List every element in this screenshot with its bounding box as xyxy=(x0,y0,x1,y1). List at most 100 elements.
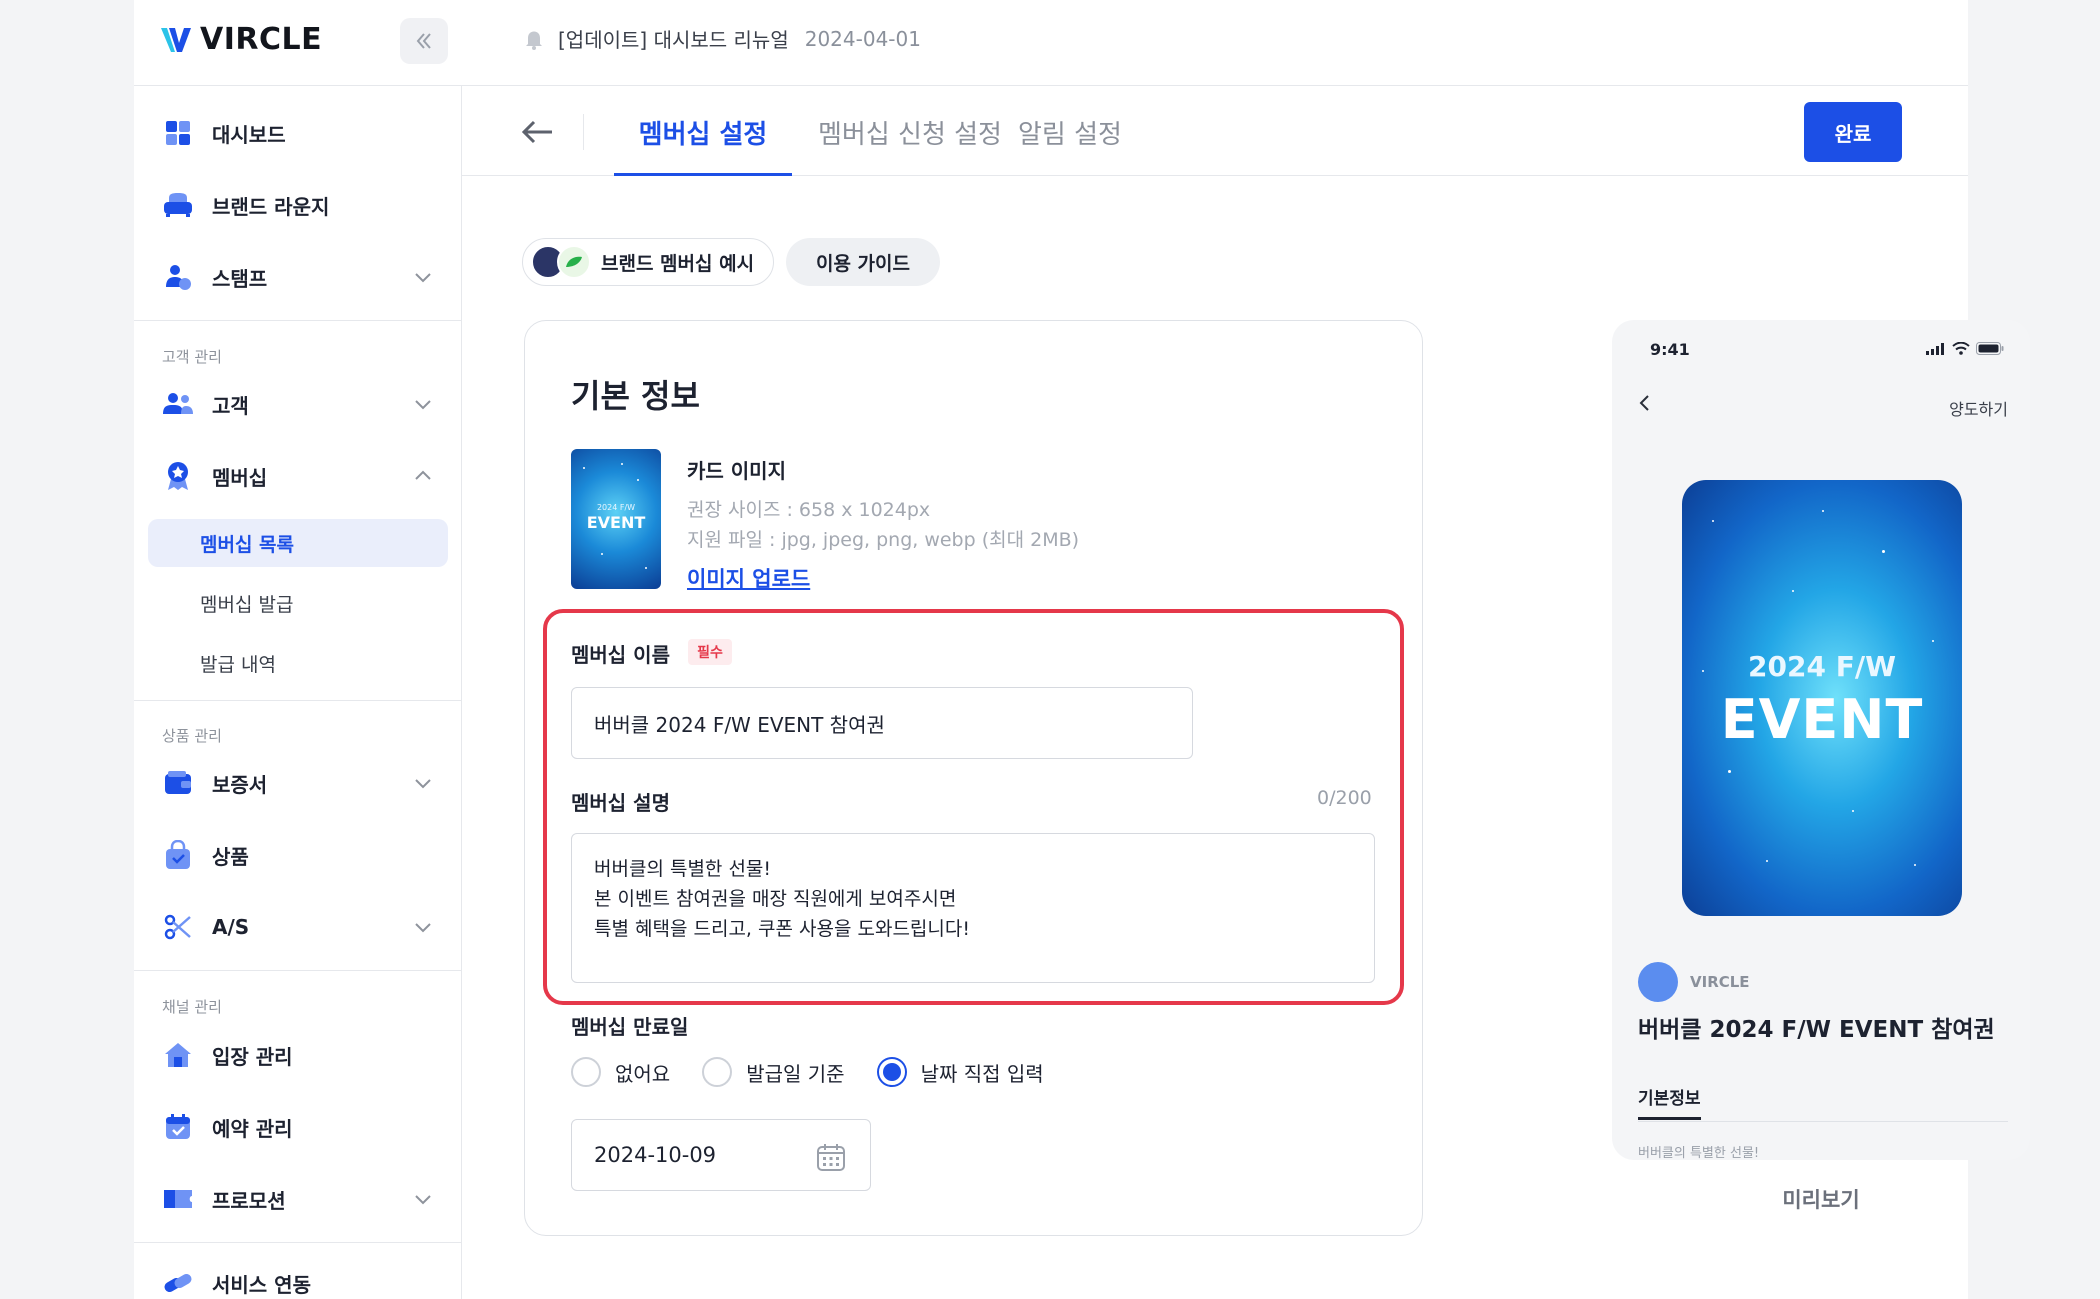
stamp-icon xyxy=(162,261,194,293)
notice-date: 2024-04-01 xyxy=(804,26,921,51)
chevron-down-icon xyxy=(415,779,431,789)
sidebar-item-stamp[interactable]: 스탬프 xyxy=(148,250,448,304)
panel-title: 기본 정보 xyxy=(571,377,700,415)
sidebar-divider xyxy=(134,970,462,971)
sidebar-divider xyxy=(134,700,462,701)
sidebar-item-reservation[interactable]: 예약 관리 xyxy=(148,1100,448,1154)
radio-label: 없어요 xyxy=(615,1061,671,1086)
bell-icon xyxy=(526,31,542,50)
chevron-up-icon xyxy=(415,470,431,480)
users-icon xyxy=(162,388,194,420)
sidebar: 대시보드 브랜드 라운지 스탬프 고객 관리 고객 멤버십 멤버십 목록 멤버십… xyxy=(134,86,462,1299)
preview-brand: VIRCLE xyxy=(1638,962,1750,1002)
transfer-link[interactable]: 양도하기 xyxy=(1949,396,2008,420)
image-upload-link[interactable]: 이미지 업로드 xyxy=(687,563,810,593)
date-value: 2024-10-09 xyxy=(594,1143,717,1167)
preview-tab-basic-info[interactable]: 기본정보 xyxy=(1638,1084,1701,1120)
chevron-left-icon[interactable] xyxy=(1634,392,1656,414)
radio-circle[interactable] xyxy=(702,1057,733,1087)
sidebar-item-label: 상품 xyxy=(212,844,249,869)
notice-text: [업데이트] 대시보드 리뉴얼 xyxy=(558,28,789,52)
wifi-icon xyxy=(1952,342,1970,355)
expiry-date-input[interactable]: 2024-10-09 xyxy=(571,1119,871,1191)
wallet-icon xyxy=(162,767,194,799)
sidebar-item-label: A/S xyxy=(212,915,250,939)
tab-membership-settings[interactable]: 멤버십 설정 xyxy=(614,114,792,176)
sidebar-subitem-membership-list[interactable]: 멤버십 목록 xyxy=(148,519,448,567)
sidebar-item-label: 고객 xyxy=(212,393,249,418)
usage-guide-button[interactable]: 이용 가이드 xyxy=(786,238,940,286)
sidebar-item-label: 입장 관리 xyxy=(212,1044,293,1069)
description-line: 본 이벤트 참여권을 매장 직원에게 보여주시면 xyxy=(594,888,957,910)
radio-option-issue-date[interactable]: 발급일 기준 xyxy=(702,1057,845,1087)
tab-membership-application[interactable]: 멤버십 신청 설정 xyxy=(818,114,1002,176)
double-chevron-left-icon xyxy=(416,33,431,49)
sidebar-item-membership[interactable]: 멤버십 xyxy=(148,449,448,503)
preview-label: 미리보기 xyxy=(1782,1188,1860,1212)
arrow-left-icon[interactable] xyxy=(518,112,558,152)
sidebar-item-entrance[interactable]: 입장 관리 xyxy=(148,1028,448,1082)
membership-description-label: 멤버십 설명 xyxy=(571,791,670,815)
radio-option-none[interactable]: 없어요 xyxy=(571,1057,670,1087)
sidebar-item-customer[interactable]: 고객 xyxy=(148,377,448,431)
description-line: 특별 혜택을 드리고, 쿠폰 사용을 도와드립니다! xyxy=(594,918,970,940)
radio-label: 날짜 직접 입력 xyxy=(920,1061,1044,1086)
shopping-bag-icon xyxy=(162,839,194,871)
update-notice[interactable]: [업데이트] 대시보드 리뉴얼 2024-04-01 xyxy=(522,24,921,53)
sidebar-item-service-integration[interactable]: 서비스 연동 xyxy=(148,1256,448,1299)
collapse-sidebar-button[interactable] xyxy=(400,18,448,64)
required-badge: 필수 xyxy=(688,639,732,665)
radio-circle[interactable] xyxy=(571,1057,601,1087)
brand-name: VIRCLE xyxy=(1690,973,1750,991)
file-hint: 지원 파일 : jpg, jpeg, png, webp (최대 2MB) xyxy=(687,529,1080,551)
signal-icon xyxy=(1926,342,1944,355)
sidebar-item-dashboard[interactable]: 대시보드 xyxy=(148,106,448,160)
done-button[interactable]: 완료 xyxy=(1804,102,1902,162)
sidebar-item-label: 스탬프 xyxy=(212,266,268,291)
membership-name-label: 멤버십 이름 xyxy=(571,643,670,667)
radio-circle-selected[interactable] xyxy=(876,1057,907,1087)
battery-icon xyxy=(1976,342,2004,355)
radio-option-custom-date[interactable]: 날짜 직접 입력 xyxy=(876,1057,1044,1087)
sidebar-item-warranty[interactable]: 보증서 xyxy=(148,756,448,810)
tab-separator xyxy=(583,114,584,150)
sidebar-subitem-issue-history[interactable]: 발급 내역 xyxy=(148,639,448,687)
sidebar-subitem-label: 멤버십 목록 xyxy=(200,533,295,556)
sidebar-item-label: 프로모션 xyxy=(212,1188,286,1213)
sidebar-item-brand-lounge[interactable]: 브랜드 라운지 xyxy=(148,178,448,232)
sidebar-subitem-label: 멤버십 발급 xyxy=(200,593,294,616)
calendar-check-icon xyxy=(162,1111,194,1143)
radio-label: 발급일 기준 xyxy=(746,1061,845,1086)
thumb-year: 2024 F/W xyxy=(596,503,636,512)
brand-avatar xyxy=(1638,962,1678,1002)
logo-text: VIRCLE xyxy=(200,22,323,57)
section-label-channel: 채널 관리 xyxy=(162,998,222,1016)
sidebar-item-as[interactable]: A/S xyxy=(148,900,448,954)
card-image-thumbnail[interactable]: 2024 F/W EVENT xyxy=(571,449,661,589)
preview-membership-name: 버버클 2024 F/W EVENT 참여권 xyxy=(1638,1017,1995,1043)
brand-avatar xyxy=(557,245,591,279)
sidebar-item-promotion[interactable]: 프로모션 xyxy=(148,1172,448,1226)
sidebar-subitem-membership-issue[interactable]: 멤버십 발급 xyxy=(148,579,448,627)
sidebar-item-label: 서비스 연동 xyxy=(212,1272,311,1297)
example-label: 브랜드 멤버십 예시 xyxy=(601,252,755,275)
phone-preview: 9:41 양도하기 2024 F/W EVENT VIRCLE 버버클 2024… xyxy=(1612,320,2030,1160)
chevron-down-icon xyxy=(415,1195,431,1205)
brand-membership-example-button[interactable]: 브랜드 멤버십 예시 xyxy=(522,238,774,286)
tab-notification-settings[interactable]: 알림 설정 xyxy=(1018,114,1122,176)
calendar-icon[interactable] xyxy=(816,1142,846,1172)
dashboard-icon xyxy=(162,117,194,149)
chevron-down-icon xyxy=(415,923,431,933)
membership-name-input[interactable]: 버버클 2024 F/W EVENT 참여권 xyxy=(571,687,1193,759)
sidebar-item-label: 보증서 xyxy=(212,772,268,797)
membership-description-textarea[interactable]: 버버클의 특별한 선물! 본 이벤트 참여권을 매장 직원에게 보여주시면 특별… xyxy=(571,833,1375,983)
main-content: 멤버십 설정 멤버십 신청 설정 알림 설정 완료 브랜드 멤버십 예시 이용 … xyxy=(462,86,2030,1299)
sidebar-item-label: 대시보드 xyxy=(212,122,286,147)
sidebar-item-product[interactable]: 상품 xyxy=(148,828,448,882)
brand-avatars xyxy=(531,245,591,279)
top-bar: VIRCLE [업데이트] 대시보드 리뉴얼 2024-04-01 xyxy=(134,0,1968,86)
sidebar-item-label: 멤버십 xyxy=(212,465,268,490)
thumb-title: EVENT xyxy=(586,513,646,532)
logo[interactable]: VIRCLE xyxy=(160,22,322,57)
medal-icon xyxy=(162,460,194,492)
